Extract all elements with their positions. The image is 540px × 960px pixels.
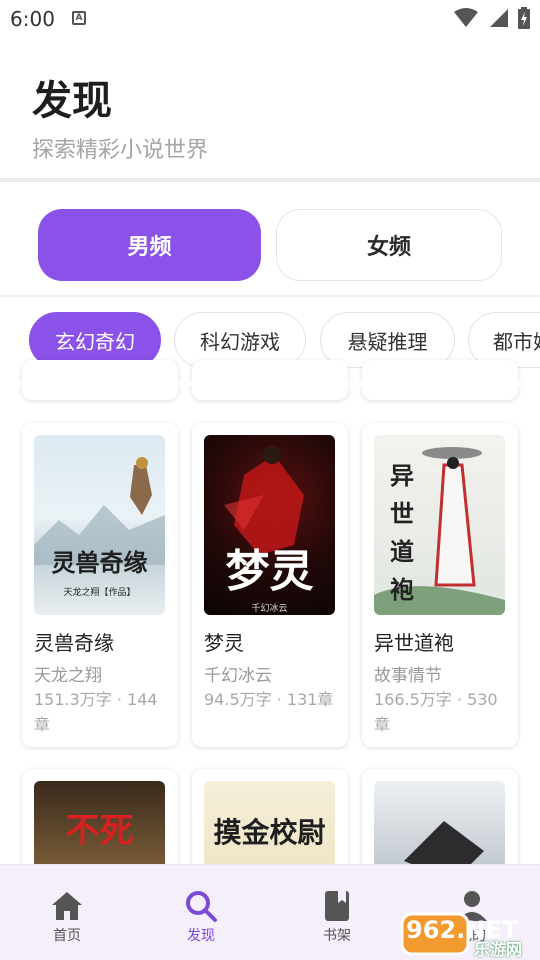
book-author: 千幻冰云 <box>204 666 272 686</box>
page-title: 发现 <box>32 78 112 124</box>
page-subtitle: 探索精彩小说世界 <box>32 138 209 163</box>
battery-icon <box>518 7 530 29</box>
status-bar: 6:00 A <box>0 0 540 36</box>
book-author: 故事情节 <box>374 666 442 686</box>
tabs-divider <box>0 295 540 297</box>
nav-label: 书架 <box>323 928 351 944</box>
search-icon <box>186 891 217 922</box>
signal-icon <box>490 9 508 27</box>
book-title: 灵兽奇缘 <box>34 631 114 655</box>
notification-icon: A <box>72 11 86 25</box>
book-title: 异世道袍 <box>374 631 454 655</box>
cover-author: 千幻冰云 <box>251 604 288 614</box>
nav-label: 发现 <box>187 928 215 944</box>
book-author: 天龙之翔 <box>34 666 102 686</box>
book-card[interactable]: 梦灵 千幻冰云 梦灵 千幻冰云 94.5万字 · 131章 <box>192 423 348 747</box>
tab-female[interactable]: 女频 <box>276 209 502 281</box>
book-card[interactable]: 灵兽奇缘 天龙之翔【作品】 灵兽奇缘 天龙之翔 151.3万字 · 144章 <box>22 423 178 747</box>
book-cover: 异世道袍 <box>374 435 505 615</box>
cover-author: 天龙之翔【作品】 <box>63 588 136 598</box>
status-time: 6:00 <box>10 7 55 31</box>
cover-title: 梦灵 <box>225 546 314 597</box>
book-meta: 94.5万字 · 131章 <box>204 690 334 709</box>
book-card-partial[interactable] <box>192 360 348 400</box>
cover-title: 灵兽奇缘 <box>51 548 148 577</box>
header-divider <box>0 178 540 182</box>
cover-title: 摸金校尉 <box>213 816 326 849</box>
wifi-icon <box>454 8 478 27</box>
book-cover: 梦灵 千幻冰云 <box>204 435 335 615</box>
nav-discover[interactable]: 发现 <box>151 865 251 960</box>
clip-mask <box>0 382 540 386</box>
book-meta: 166.5万字 · 530章 <box>374 690 498 734</box>
status-icons <box>454 7 530 29</box>
book-card[interactable]: 异世道袍 异世道袍 故事情节 166.5万字 · 530章 <box>362 423 518 747</box>
book-card-partial[interactable] <box>362 360 518 400</box>
book-meta: 151.3万字 · 144章 <box>34 690 158 734</box>
cover-title: 不死 <box>65 811 134 851</box>
book-card-partial[interactable] <box>22 360 178 400</box>
book-title: 梦灵 <box>204 631 244 655</box>
nav-home[interactable]: 首页 <box>17 865 117 960</box>
nav-label: 首页 <box>53 928 81 944</box>
nav-bookshelf[interactable]: 书架 <box>287 865 387 960</box>
watermark-logo: 962.NET 乐游网 <box>400 910 540 959</box>
book-cover: 灵兽奇缘 天龙之翔【作品】 <box>34 435 165 615</box>
bookshelf-icon <box>325 891 349 921</box>
watermark-subtext: 乐游网 <box>474 940 523 959</box>
tab-male[interactable]: 男频 <box>38 209 261 281</box>
cover-title: 异世道袍 <box>390 461 414 604</box>
home-icon <box>52 892 82 920</box>
